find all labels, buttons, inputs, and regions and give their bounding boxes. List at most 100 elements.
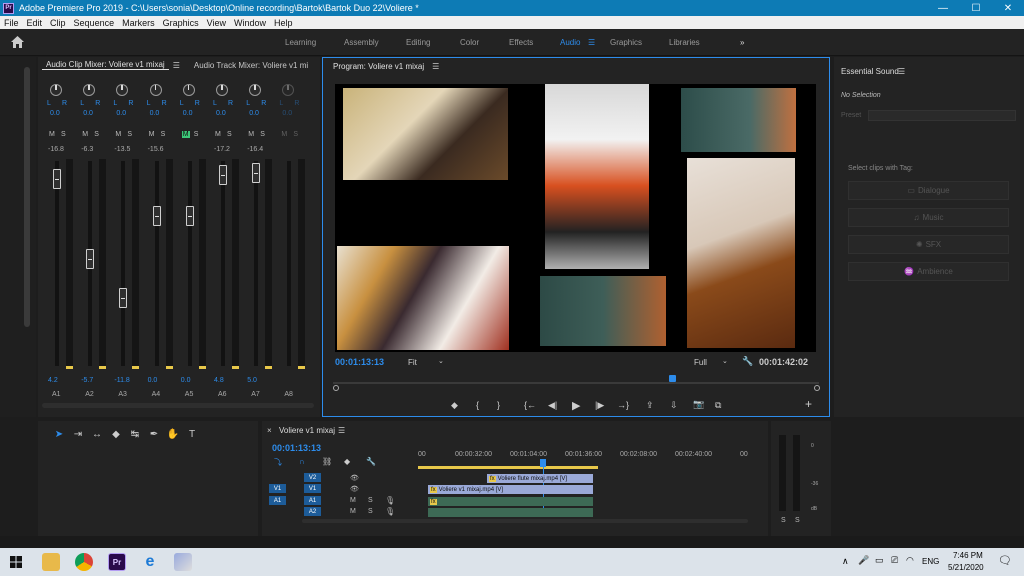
- sfx-tag-button[interactable]: ✺ SFX: [848, 235, 1009, 254]
- ambience-tag-button[interactable]: ♒ Ambience: [848, 262, 1009, 281]
- add-marker-icon[interactable]: ◆: [344, 457, 350, 466]
- mute-button-a6[interactable]: M: [215, 131, 221, 138]
- hand-tool-icon[interactable]: ✋: [166, 427, 180, 441]
- fader-value-a4[interactable]: 0.0: [148, 377, 158, 384]
- microphone-icon[interactable]: 🎤: [858, 555, 869, 566]
- wrench-icon[interactable]: 🔧: [742, 356, 753, 367]
- tab-audio-clip-mixer[interactable]: Audio Clip Mixer: Voliere v1 mixaj: [42, 60, 169, 70]
- essential-sound-menu-icon[interactable]: ☰: [898, 67, 905, 76]
- close-window-button[interactable]: ✕: [992, 0, 1024, 16]
- mixer-scrollbar[interactable]: [42, 403, 314, 408]
- ripple-tool-icon[interactable]: ↔: [90, 427, 104, 441]
- linked-selection-icon[interactable]: ⛓: [322, 457, 332, 466]
- solo-button-a6[interactable]: S: [227, 131, 232, 138]
- workspace-menu-icon[interactable]: ☰: [588, 38, 595, 47]
- pan-value[interactable]: 0.0: [50, 110, 60, 117]
- timeline-scrollbar[interactable]: [302, 519, 748, 523]
- razor-tool-icon[interactable]: ◆: [109, 427, 123, 441]
- source-v1-patch[interactable]: V1: [269, 484, 286, 493]
- menu-sequence[interactable]: Sequence: [70, 18, 119, 28]
- pan-value[interactable]: 0.0: [150, 110, 160, 117]
- menu-clip[interactable]: Clip: [46, 18, 70, 28]
- solo-button-a4[interactable]: S: [161, 131, 166, 138]
- type-tool-icon[interactable]: T: [185, 427, 199, 441]
- menu-help[interactable]: Help: [270, 18, 297, 28]
- comparison-view-button[interactable]: ⧉: [715, 400, 721, 411]
- display-icon[interactable]: ⎚: [891, 555, 898, 566]
- menu-view[interactable]: View: [203, 18, 230, 28]
- a1-solo-button[interactable]: S: [368, 497, 373, 504]
- left-scrollbar[interactable]: [24, 67, 30, 327]
- button-editor-icon[interactable]: +: [805, 397, 812, 411]
- pan-knob-a2[interactable]: [83, 84, 96, 96]
- play-button[interactable]: ▶: [572, 399, 580, 412]
- pan-knob-a7[interactable]: [249, 84, 262, 96]
- workspace-libraries[interactable]: Libraries: [669, 38, 700, 47]
- v2-visibility-eye-icon[interactable]: 👁: [350, 474, 359, 482]
- windows-start-icon[interactable]: [10, 556, 22, 568]
- solo-button-a5[interactable]: S: [194, 131, 199, 138]
- pan-value[interactable]: 0.0: [83, 110, 93, 117]
- add-marker-button[interactable]: ◆: [451, 400, 458, 411]
- wifi-icon[interactable]: ◠: [906, 555, 914, 566]
- fader-value-a2[interactable]: -5.7: [81, 377, 93, 384]
- workspace-editing[interactable]: Editing: [406, 38, 430, 47]
- workspace-assembly[interactable]: Assembly: [344, 38, 379, 47]
- fader-handle-a7[interactable]: [252, 162, 261, 183]
- pen-tool-icon[interactable]: ✒: [147, 427, 161, 441]
- pan-knob-a8[interactable]: [282, 84, 295, 96]
- mute-button-a8[interactable]: M: [281, 131, 287, 138]
- workspace-audio[interactable]: Audio: [560, 38, 580, 47]
- fader-handle-a4[interactable]: [152, 205, 161, 226]
- notifications-icon[interactable]: 🗨: [998, 554, 1012, 567]
- workspace-more-icon[interactable]: »: [740, 38, 744, 47]
- track-a1-target[interactable]: A1: [304, 496, 321, 505]
- program-scrubber[interactable]: [333, 382, 819, 384]
- timeline-ruler[interactable]: 00 00:00:32:00 00:01:04:00 00:01:36:00 00:02…: [418, 451, 750, 463]
- file-explorer-icon[interactable]: [42, 553, 60, 571]
- fader-handle-a1[interactable]: [53, 168, 61, 189]
- snap-icon[interactable]: ∩: [299, 457, 305, 466]
- pan-value[interactable]: 0.0: [282, 110, 292, 117]
- pan-value[interactable]: 0.0: [183, 110, 193, 117]
- mute-button-a4[interactable]: M: [149, 131, 155, 138]
- a1-voiceover-mic-icon[interactable]: 🎙: [385, 496, 395, 505]
- extract-button[interactable]: ⇩: [670, 400, 678, 411]
- timeline-settings-icon[interactable]: 🔧: [366, 457, 376, 466]
- v2-clip[interactable]: fx Voliere flute mixaj.mp4 [V]: [487, 474, 593, 483]
- a2-clip[interactable]: [428, 508, 593, 517]
- menu-markers[interactable]: Markers: [118, 18, 159, 28]
- mute-button-a1[interactable]: M: [49, 131, 55, 138]
- menu-window[interactable]: Window: [230, 18, 270, 28]
- solo-button-a8[interactable]: S: [293, 131, 298, 138]
- language-indicator[interactable]: ENG: [922, 557, 939, 566]
- v1-clip[interactable]: fx Voliere v1 mixaj.mp4 [V]: [428, 485, 593, 494]
- pan-value[interactable]: 0.0: [216, 110, 226, 117]
- v1-visibility-eye-icon[interactable]: 👁: [350, 485, 359, 493]
- fader-value-a3[interactable]: -11.8: [114, 377, 129, 384]
- export-frame-button[interactable]: 📷: [693, 399, 704, 410]
- workspace-color[interactable]: Color: [460, 38, 479, 47]
- a1-clip[interactable]: fx: [428, 497, 593, 506]
- scrubber-start-handle[interactable]: [333, 385, 339, 391]
- program-current-timecode[interactable]: 00:01:13:13: [335, 357, 384, 367]
- a2-voiceover-mic-icon[interactable]: 🎙: [385, 507, 395, 516]
- fader-value-a6[interactable]: 4.8: [214, 377, 224, 384]
- pan-knob-a4[interactable]: [149, 84, 162, 96]
- menu-graphics[interactable]: Graphics: [159, 18, 203, 28]
- clock-time[interactable]: 7:46 PM: [953, 551, 983, 560]
- lift-button[interactable]: ⇪: [646, 400, 654, 411]
- pan-value[interactable]: 0.0: [249, 110, 259, 117]
- tray-chevron-icon[interactable]: ∧: [842, 556, 849, 567]
- fader-handle-a6[interactable]: [219, 164, 227, 185]
- mute-button-a5[interactable]: M: [181, 131, 190, 138]
- source-a1-patch[interactable]: A1: [269, 496, 286, 505]
- tab-timeline-sequence[interactable]: Voliere v1 mixaj: [279, 426, 335, 435]
- a2-mute-button[interactable]: M: [350, 508, 356, 515]
- solo-button-a3[interactable]: S: [127, 131, 132, 138]
- program-menu-icon[interactable]: ☰: [428, 62, 443, 71]
- track-v1-target[interactable]: V1: [304, 484, 321, 493]
- menu-edit[interactable]: Edit: [23, 18, 47, 28]
- step-back-button[interactable]: ◀|: [548, 400, 557, 411]
- pan-knob-a3[interactable]: [116, 84, 129, 96]
